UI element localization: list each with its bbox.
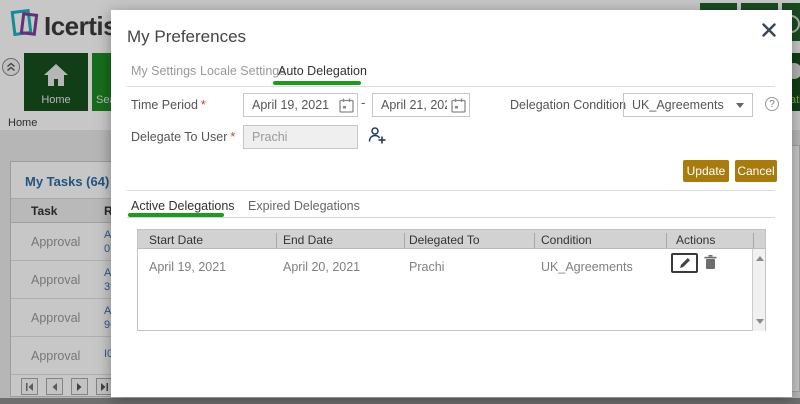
tabs-divider — [127, 86, 775, 87]
delegate-to-user-input — [243, 125, 358, 149]
scroll-down-icon[interactable] — [756, 319, 764, 324]
modal-title: My Preferences — [127, 27, 246, 47]
section-divider — [127, 190, 775, 191]
tab-locale-settings[interactable]: Locale Settings — [200, 64, 285, 78]
delegations-grid: Start Date End Date Delegated To Conditi… — [137, 229, 766, 331]
tab-my-settings[interactable]: My Settings — [131, 64, 196, 78]
my-preferences-modal: My Preferences My Settings Locale Settin… — [111, 10, 792, 397]
grid-scrollbar[interactable] — [752, 249, 765, 331]
col-delegated-to[interactable]: Delegated To — [409, 233, 480, 247]
delegation-condition-select[interactable]: UK_Agreements — [623, 93, 753, 117]
col-actions: Actions — [676, 233, 715, 247]
col-end-date[interactable]: End Date — [283, 233, 333, 247]
subtabs-divider — [127, 217, 775, 218]
scroll-up-icon[interactable] — [756, 256, 764, 261]
date-range-separator: - — [361, 95, 365, 110]
tab-expired-delegations[interactable]: Expired Delegations — [248, 199, 360, 213]
close-button[interactable] — [761, 22, 779, 40]
cell-delegated-to: Prachi — [409, 260, 444, 274]
add-user-icon[interactable] — [368, 126, 387, 145]
calendar-icon[interactable] — [451, 98, 466, 113]
active-tab-underline — [273, 81, 361, 85]
delegation-condition-label: Delegation Condition — [510, 93, 626, 117]
cancel-button[interactable]: Cancel — [735, 160, 777, 182]
tab-active-delegations[interactable]: Active Delegations — [131, 199, 235, 213]
cell-start-date: April 19, 2021 — [149, 260, 226, 274]
col-start-date[interactable]: Start Date — [149, 233, 203, 247]
grid-header-row: Start Date End Date Delegated To Conditi… — [138, 230, 765, 249]
trash-icon — [704, 255, 717, 270]
edit-delegation-button[interactable] — [671, 253, 698, 273]
chevron-down-icon — [736, 103, 744, 108]
screen: Icertis Home Search ati Home My Tasks (6… — [0, 0, 800, 404]
update-button[interactable]: Update — [683, 160, 729, 182]
time-period-label: Time Period* — [131, 93, 206, 117]
calendar-icon[interactable] — [339, 98, 354, 113]
pencil-icon — [679, 257, 691, 269]
tab-auto-delegation[interactable]: Auto Delegation — [278, 64, 367, 78]
cell-condition: UK_Agreements — [541, 260, 633, 274]
col-condition[interactable]: Condition — [541, 233, 592, 247]
help-icon[interactable]: ? — [765, 97, 779, 111]
delegate-to-user-label: Delegate To User* — [131, 125, 235, 149]
required-marker: * — [201, 98, 206, 112]
delete-delegation-button[interactable] — [704, 255, 717, 275]
close-icon — [761, 22, 777, 38]
required-marker: * — [230, 130, 235, 144]
cell-end-date: April 20, 2021 — [283, 260, 360, 274]
delegation-condition-value: UK_Agreements — [632, 98, 724, 112]
